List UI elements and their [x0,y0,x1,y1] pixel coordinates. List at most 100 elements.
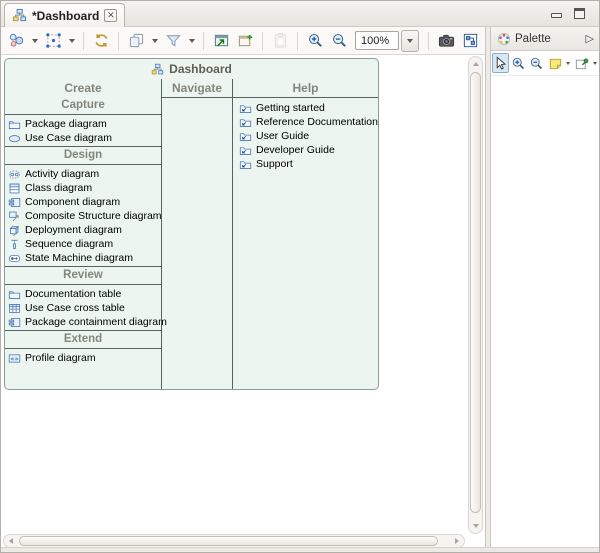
scroll-up-button[interactable] [470,58,481,70]
section-items: Documentation tableUse Case cross tableP… [5,285,161,330]
scroll-right-button[interactable] [451,536,463,546]
tab-title: *Dashboard [32,9,99,23]
dashboard-link-state-machine-diagram[interactable]: State Machine diagram [5,251,161,265]
activity-icon [8,168,21,181]
editor-horizontal-scrollbar[interactable] [3,534,465,548]
dashboard-link-label: Documentation table [25,288,121,300]
minimize-icon [551,13,562,18]
shortcut-folder-icon [239,144,252,157]
scroll-down-button[interactable] [470,520,481,532]
dashboard-link-composite-structure-diagram[interactable]: Composite Structure diagram [5,209,161,223]
palette-body [491,76,600,550]
zoom-level-input[interactable] [355,31,399,50]
toolbar [1,27,485,55]
sync-with-model-button[interactable] [90,29,112,53]
shortcut-folder-icon [239,102,252,115]
arrange-elements-dropdown-button[interactable] [29,29,40,53]
dashboard-link-reference-documentation[interactable]: Reference Documentation [233,115,378,129]
filter-icon [165,32,182,49]
dashboard-link-label: Profile diagram [25,352,96,364]
section-header-extend: Extend [5,331,161,348]
create-column-header: Create [5,79,161,97]
horizontal-scroll-thumb[interactable] [19,536,438,546]
dashboard-link-use-case-cross-table[interactable]: Use Case cross table [5,301,161,315]
note-dropdown-button[interactable] [565,53,573,73]
zoom-dropdown-button[interactable] [401,30,419,52]
vertical-scroll-thumb[interactable] [470,72,481,513]
dashboard-link-user-guide[interactable]: User Guide [233,129,378,143]
dashboard-link-deployment-diagram[interactable]: Deployment diagram [5,223,161,237]
capture-view-button[interactable] [210,29,232,53]
create-column: Create CapturePackage diagramUse Case di… [5,79,161,389]
create-sections: CapturePackage diagramUse Case diagramDe… [5,97,161,366]
filters-button[interactable] [162,29,184,53]
note-tool[interactable] [547,53,564,73]
select-tool[interactable] [492,53,509,73]
maximize-button[interactable] [574,8,585,19]
arrow-left-icon [9,538,13,544]
dashboard-link-package-containment-diagram[interactable]: Package containment diagram [5,315,161,329]
copy-appearance-dropdown-button[interactable] [149,29,160,53]
dashboard-link-profile-diagram[interactable]: «» Profile diagram [5,351,161,365]
dashboard-link-class-diagram[interactable]: Class diagram [5,181,161,195]
dashboard-link-label: State Machine diagram [25,252,133,264]
tab-dashboard[interactable]: *Dashboard ✕ [4,3,125,27]
zoom-in-button[interactable] [304,29,326,53]
copy-appearance-button[interactable] [125,29,147,53]
dashboard-link-label: Reference Documentation [256,116,378,128]
paste-button[interactable] [269,29,291,53]
minimize-button[interactable] [551,10,562,18]
dashboard-link-documentation-table[interactable]: Documentation table [5,287,161,301]
palette-zoom-out-tool[interactable] [528,53,545,73]
view-controls [551,8,585,19]
grid-icon [462,32,479,49]
link-dropdown-button[interactable] [591,53,599,73]
dashboard-link-use-case-diagram[interactable]: Use Case diagram [5,131,161,145]
section-items: Package diagramUse Case diagram [5,115,161,146]
editor-vertical-scrollbar[interactable] [468,56,483,534]
palette-header[interactable]: Palette ▷ [491,27,600,51]
dashboard-link-label: Component diagram [25,196,120,208]
arrow-right-icon [455,538,459,544]
zoom-out-button[interactable] [328,29,350,53]
editor-tabbar: *Dashboard ✕ [1,1,599,27]
dashboard-link-developer-guide[interactable]: Developer Guide [233,143,378,157]
link-tool[interactable] [573,53,590,73]
tab-close-icon[interactable]: ✕ [104,9,117,22]
dashboard-link-label: Activity diagram [25,168,99,180]
diagram-canvas[interactable]: Dashboard Create CapturePackage diagramU… [1,55,485,549]
section-items: «» Profile diagram [5,349,161,366]
svg-text:«»: «» [10,354,18,362]
dashboard-link-sequence-diagram[interactable]: Sequence diagram [5,237,161,251]
align-elements-button[interactable] [42,29,64,53]
arrange-elements-button[interactable] [5,29,27,53]
help-column-header: Help [233,79,378,97]
palette-icon [497,32,511,46]
align-elements-dropdown-button[interactable] [66,29,77,53]
zoomout-icon [331,32,348,49]
dashboard-link-label: User Guide [256,130,309,142]
dashboard-icon [151,63,164,76]
zoomin-icon [511,56,526,71]
dashboard-link-label: Sequence diagram [25,238,113,250]
composite-icon [8,210,21,223]
dashboard-link-getting-started[interactable]: Getting started [233,101,378,115]
dashboard-link-component-diagram[interactable]: Component diagram [5,195,161,209]
maximize-icon [574,8,585,19]
dashboard-link-support[interactable]: Support [233,157,378,171]
align-icon [45,32,62,49]
screenshot-button[interactable] [435,29,457,53]
diagram-overview-button[interactable] [459,29,481,53]
filters-dropdown-button[interactable] [186,29,197,53]
palette-expand-icon[interactable]: ▷ [586,32,594,45]
palette-zoom-in-tool[interactable] [510,53,527,73]
dashboard-link-label: Composite Structure diagram [25,210,162,222]
paste-icon [272,32,289,49]
new-view-button[interactable] [234,29,256,53]
dashboard-link-package-diagram[interactable]: Package diagram [5,117,161,131]
component-icon [8,316,21,329]
toolbar-separator [262,32,263,50]
dashboard-link-activity-diagram[interactable]: Activity diagram [5,167,161,181]
status-bar [1,547,599,552]
scroll-left-button[interactable] [5,536,17,546]
